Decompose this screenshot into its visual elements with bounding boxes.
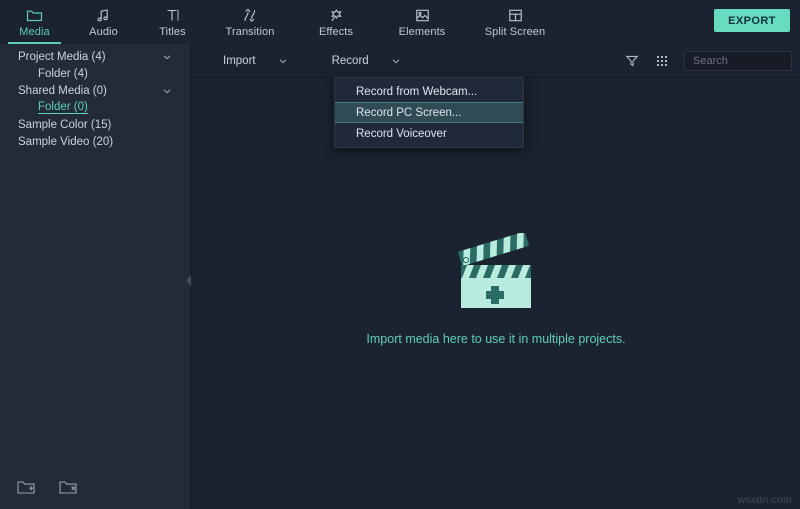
tab-effects-label: Effects <box>319 26 353 38</box>
sparkle-icon <box>329 7 344 24</box>
music-note-icon <box>96 7 111 24</box>
tab-media-label: Media <box>19 26 49 38</box>
tab-media[interactable]: Media <box>0 0 69 44</box>
tab-audio-label: Audio <box>89 26 118 38</box>
menu-item-record-voiceover[interactable]: Record Voiceover <box>335 123 523 144</box>
text-t-icon <box>165 7 180 24</box>
menu-item-record-webcam[interactable]: Record from Webcam... <box>335 81 523 102</box>
grid-view-icon[interactable] <box>654 53 670 69</box>
export-button[interactable]: EXPORT <box>714 9 790 32</box>
sidebar-item-shared-folder[interactable]: Folder (0) <box>0 99 190 116</box>
toolbar-right-controls <box>624 44 792 78</box>
sidebar-footer-buttons <box>0 465 191 509</box>
sidebar-list: Project Media (4) Folder (4) Shared Medi… <box>0 44 190 150</box>
chevron-down-icon[interactable] <box>391 56 401 66</box>
tab-transition-label: Transition <box>226 26 275 38</box>
clapperboard-add-icon <box>453 233 539 313</box>
filter-funnel-icon[interactable] <box>624 53 640 69</box>
delete-folder-icon[interactable] <box>58 478 78 496</box>
sidebar-item-label: Shared Media (0) <box>18 85 107 97</box>
sidebar-item-label: Folder (4) <box>38 68 88 80</box>
sidebar-item-sample-video[interactable]: Sample Video (20) <box>0 133 190 150</box>
record-label: Record <box>332 55 369 67</box>
sidebar-item-project-folder[interactable]: Folder (4) <box>0 65 190 82</box>
record-button[interactable]: Record <box>332 44 401 78</box>
search-input[interactable] <box>693 55 800 67</box>
sidebar-item-label: Folder (0) <box>38 101 88 114</box>
watermark: wsxdn.com <box>738 494 792 506</box>
tab-titles-label: Titles <box>159 26 185 38</box>
grid-layout-icon <box>508 7 523 24</box>
tab-effects[interactable]: Effects <box>293 0 379 44</box>
media-library-sidebar: Project Media (4) Folder (4) Shared Medi… <box>0 44 191 509</box>
tab-elements[interactable]: Elements <box>379 0 465 44</box>
sidebar-item-sample-color[interactable]: Sample Color (15) <box>0 116 190 133</box>
sidebar-item-shared-media[interactable]: Shared Media (0) <box>0 82 190 99</box>
sidebar-item-label: Sample Video (20) <box>18 136 113 148</box>
tab-split-screen[interactable]: Split Screen <box>465 0 565 44</box>
folder-icon <box>26 7 43 24</box>
sidebar-item-project-media[interactable]: Project Media (4) <box>0 48 190 65</box>
tab-elements-label: Elements <box>399 26 446 38</box>
menu-item-record-pc-screen[interactable]: Record PC Screen... <box>335 102 523 123</box>
tab-audio[interactable]: Audio <box>69 0 138 44</box>
app-window: Media Audio Titles <box>0 0 800 509</box>
tab-titles[interactable]: Titles <box>138 0 207 44</box>
empty-state: Import media here to use it in multiple … <box>192 233 800 346</box>
chevron-down-icon[interactable] <box>278 56 288 66</box>
media-toolbar: Import Record <box>192 44 800 78</box>
empty-state-text: Import media here to use it in multiple … <box>366 332 625 346</box>
tab-split-screen-label: Split Screen <box>485 26 546 38</box>
new-folder-icon[interactable] <box>16 478 36 496</box>
chevron-down-icon[interactable] <box>162 86 172 96</box>
sidebar-collapse-handle[interactable] <box>184 268 192 292</box>
zigzag-arrow-icon <box>242 7 258 24</box>
tab-transition[interactable]: Transition <box>207 0 293 44</box>
chevron-down-icon[interactable] <box>162 52 172 62</box>
import-label: Import <box>223 55 256 67</box>
sidebar-item-label: Project Media (4) <box>18 51 106 63</box>
image-icon <box>415 7 430 24</box>
sidebar-item-label: Sample Color (15) <box>18 119 111 131</box>
record-dropdown-menu: Record from Webcam... Record PC Screen..… <box>334 77 524 148</box>
top-tab-bar: Media Audio Titles <box>0 0 800 44</box>
import-button[interactable]: Import <box>223 44 288 78</box>
search-box[interactable] <box>684 51 792 71</box>
